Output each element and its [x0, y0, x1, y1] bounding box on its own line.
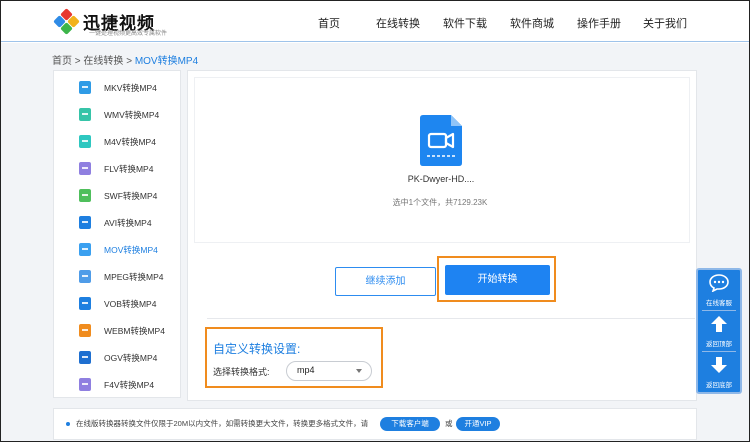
sidebar-item-webm[interactable]: WEBM转换MP4 [54, 317, 180, 344]
notice-or: 或 [445, 419, 453, 428]
open-vip-button[interactable]: 开通VIP [456, 417, 500, 431]
sidebar-item-label: SWF转换MP4 [104, 191, 158, 201]
continue-add-button[interactable]: 继续添加 [335, 267, 436, 296]
file-info: 选中1个文件，共7129.23K [392, 198, 488, 207]
sidebar-item-label: MPEG转换MP4 [104, 272, 164, 282]
notice-bar: 在线版转换器转换文件仅限于20M以内文件，如需转换更大文件，转换更多格式文件，请… [53, 408, 697, 440]
sidebar-item-avi[interactable]: AVI转换MP4 [54, 209, 180, 236]
sidebar-item-label: M4V转换MP4 [104, 137, 156, 147]
ogv-file-icon [79, 351, 91, 364]
vob-file-icon [79, 297, 91, 310]
bullet-icon [66, 422, 70, 426]
mpeg-file-icon [79, 270, 91, 283]
mov-file-icon [79, 243, 91, 256]
nav-software-download[interactable]: 软件下载 [443, 15, 487, 31]
mkv-file-icon [79, 81, 91, 94]
back-to-bottom-button[interactable]: 返回底部 [698, 352, 740, 392]
nav-manual[interactable]: 操作手册 [577, 15, 621, 31]
webm-file-icon [79, 324, 91, 337]
breadcrumb-current: MOV转换MP4 [134, 56, 199, 67]
sidebar-item-label: F4V转换MP4 [104, 380, 155, 390]
nav-software-store[interactable]: 软件商城 [510, 15, 554, 31]
sidebar-item-label: AVI转换MP4 [104, 218, 152, 228]
sidebar-item-mkv[interactable]: MKV转换MP4 [54, 74, 180, 101]
format-value: mp4 [297, 365, 315, 375]
download-client-button[interactable]: 下载客户端 [380, 417, 440, 431]
wmv-file-icon [79, 108, 91, 121]
sidebar-item-flv[interactable]: FLV转换MP4 [54, 155, 180, 182]
section-divider [207, 318, 695, 319]
m4v-file-icon [79, 135, 91, 148]
sidebar-item-wmv[interactable]: WMV转换MP4 [54, 101, 180, 128]
format-sidebar: MKV转换MP4 WMV转换MP4 M4V转换MP4 FLV转换MP4 SWF转… [53, 70, 181, 398]
sidebar-item-mpeg[interactable]: MPEG转换MP4 [54, 263, 180, 290]
sidebar-item-label: WMV转换MP4 [104, 110, 160, 120]
breadcrumb-section[interactable]: 在线转换 [83, 56, 123, 67]
breadcrumb: 首页 > 在线转换 > MOV转换MP4 [52, 52, 198, 67]
nav-online-convert[interactable]: 在线转换 [376, 15, 420, 31]
avi-file-icon [79, 216, 91, 229]
logo-icon[interactable] [53, 8, 80, 35]
logo-subtitle: 一键处理视频更高效专属软件 [89, 31, 168, 37]
sidebar-item-label: FLV转换MP4 [104, 164, 154, 174]
swf-file-icon [79, 189, 91, 202]
video-file-icon [420, 115, 462, 166]
settings-title: 自定义转换设置: [213, 342, 301, 356]
notice-text: 在线版转换器转换文件仅限于20M以内文件，如需转换更大文件，转换更多格式文件，请 [76, 419, 369, 428]
arrow-up-icon [711, 316, 727, 332]
chat-bubble-icon [709, 274, 729, 292]
back-to-top-button[interactable]: 返回顶部 [698, 311, 740, 351]
format-label: 选择转换格式: [213, 367, 270, 377]
chevron-down-icon [356, 369, 362, 373]
floating-toolbar: 在线客服 返回顶部 返回底部 [696, 268, 742, 394]
nav-home[interactable]: 首页 [318, 15, 340, 31]
sidebar-item-label: OGV转换MP4 [104, 353, 158, 363]
breadcrumb-separator: > [126, 56, 133, 67]
sidebar-item-vob[interactable]: VOB转换MP4 [54, 290, 180, 317]
site-header: 迅捷视频 一键处理视频更高效专属软件 首页 在线转换 软件下载 软件商城 操作手… [1, 1, 749, 42]
arrow-down-icon [711, 357, 727, 373]
sidebar-item-label: VOB转换MP4 [104, 299, 157, 309]
f4v-file-icon [79, 378, 91, 391]
float-label: 返回底部 [706, 382, 732, 389]
nav-about-us[interactable]: 关于我们 [643, 15, 687, 31]
sidebar-item-label: WEBM转换MP4 [104, 326, 165, 336]
sidebar-item-ogv[interactable]: OGV转换MP4 [54, 344, 180, 371]
float-label: 返回顶部 [706, 341, 732, 348]
online-service-button[interactable]: 在线客服 [698, 270, 740, 310]
sidebar-item-f4v[interactable]: F4V转换MP4 [54, 371, 180, 398]
breadcrumb-home[interactable]: 首页 [52, 56, 72, 67]
sidebar-item-label: MOV转换MP4 [104, 245, 158, 255]
format-select[interactable]: mp4 [286, 361, 372, 381]
sidebar-item-label: MKV转换MP4 [104, 83, 157, 93]
file-name: PK-Dwyer-HD.... [407, 174, 475, 184]
breadcrumb-separator: > [74, 56, 81, 67]
sidebar-item-mov[interactable]: MOV转换MP4 [54, 236, 180, 263]
sidebar-item-m4v[interactable]: M4V转换MP4 [54, 128, 180, 155]
start-convert-button[interactable]: 开始转换 [445, 265, 550, 295]
float-label: 在线客服 [706, 300, 732, 307]
sidebar-item-swf[interactable]: SWF转换MP4 [54, 182, 180, 209]
flv-file-icon [79, 162, 91, 175]
